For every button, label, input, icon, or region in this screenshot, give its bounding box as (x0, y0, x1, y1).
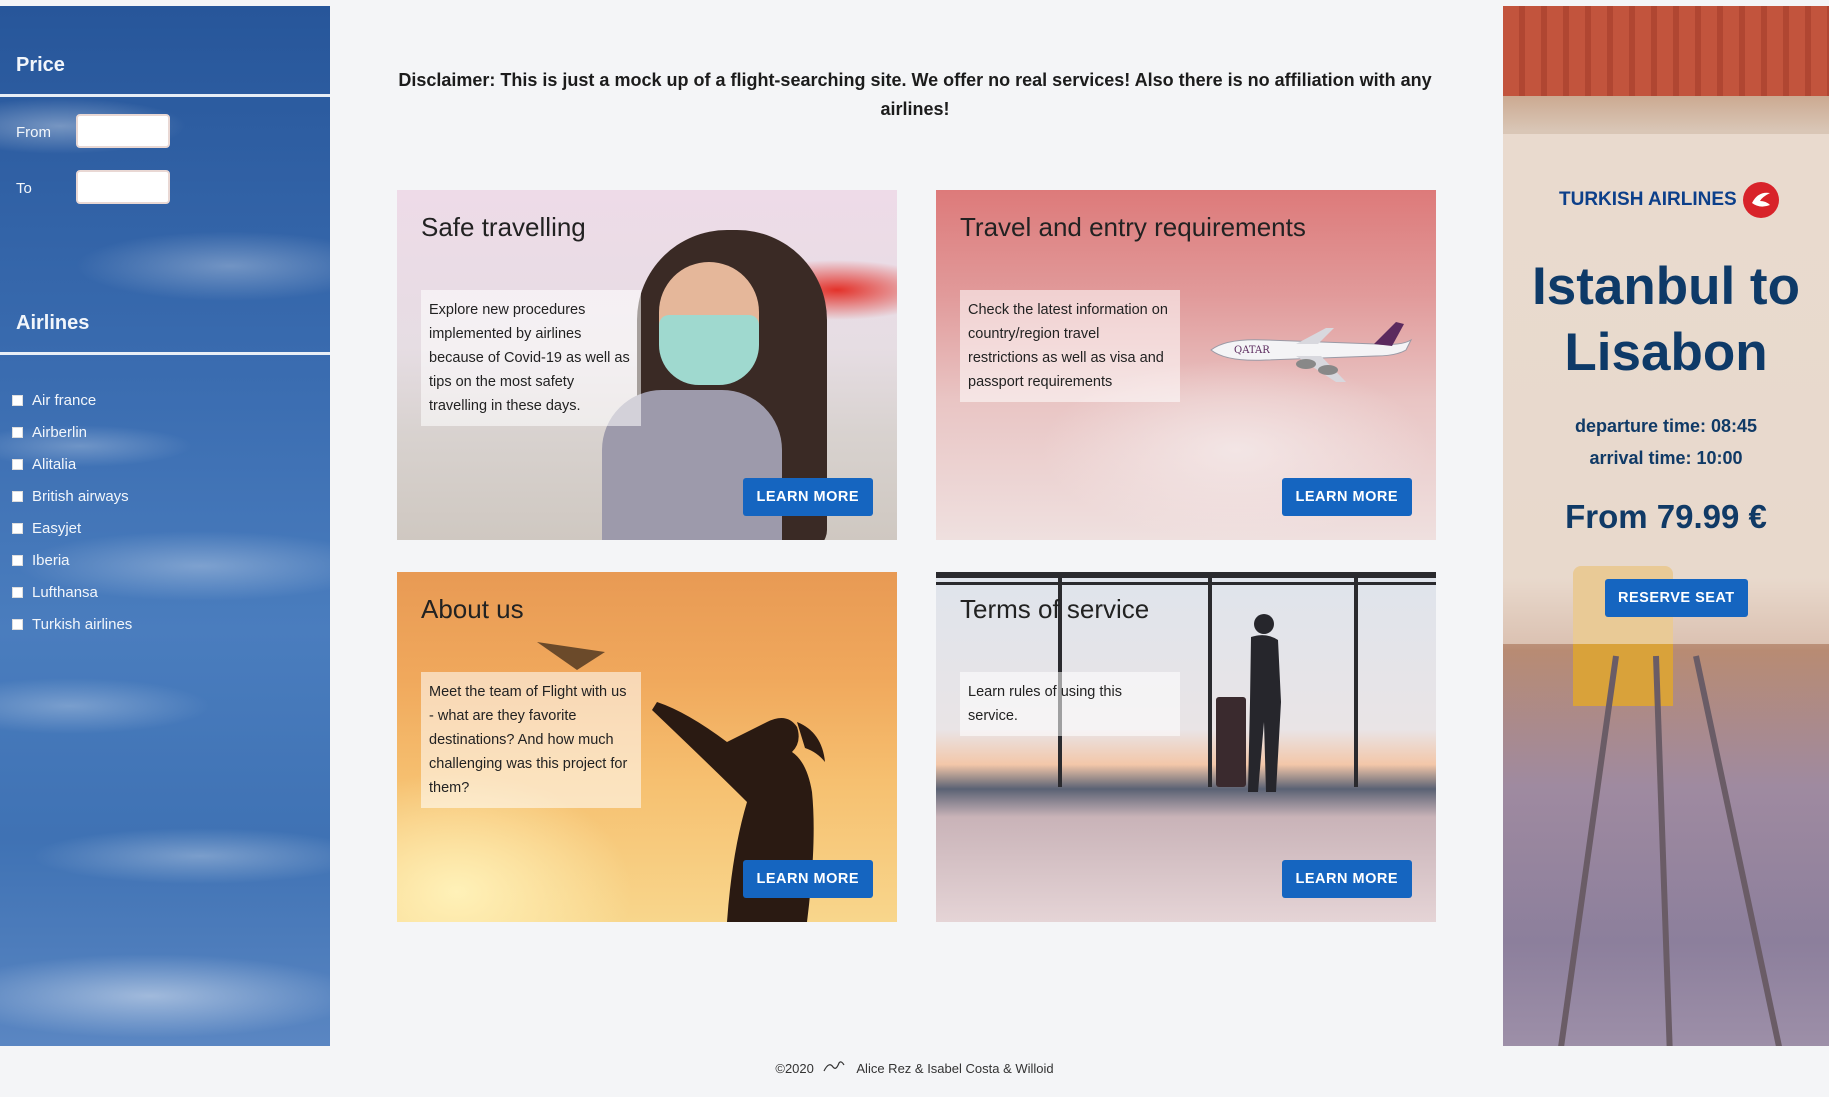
airline-label: Turkish airlines (32, 615, 133, 633)
price-from-input[interactable] (76, 114, 170, 148)
card-title: Safe travelling (421, 212, 586, 242)
card-title: Travel and entry requirements (960, 212, 1306, 242)
learn-more-button[interactable]: LEARN MORE (742, 478, 873, 516)
airline-option-alitalia[interactable]: Alitalia (12, 448, 132, 480)
card-description: Learn rules of using this service. (960, 672, 1180, 736)
airlines-divider (0, 352, 330, 355)
airline-label: Lufthansa (32, 583, 98, 601)
window-frame (1354, 572, 1358, 787)
airline-option-airberlin[interactable]: Airberlin (12, 416, 132, 448)
card-about-us: About us Meet the team of Flight with us… (397, 572, 897, 922)
airline-option-british-airways[interactable]: British airways (12, 480, 132, 512)
airline-brand: TURKISH AIRLINES (1559, 182, 1779, 218)
price-divider (0, 94, 330, 97)
copyright-text: ©2020 (775, 1061, 814, 1076)
turkish-airlines-logo-icon (1742, 182, 1779, 218)
airline-checkbox[interactable] (12, 554, 23, 566)
airline-option-iberia[interactable]: Iberia (12, 544, 132, 576)
signature-icon (823, 1059, 845, 1076)
airline-label: Air france (32, 391, 97, 409)
card-title: Terms of service (960, 594, 1150, 624)
airline-option-turkish-airlines[interactable]: Turkish airlines (12, 608, 132, 640)
card-description: Check the latest information on country/… (960, 290, 1180, 402)
window-frame (1208, 572, 1212, 787)
authors-text: Alice Rez & Isabel Costa & Willoid (856, 1061, 1054, 1076)
airline-checkbox[interactable] (12, 522, 23, 534)
card-title: About us (421, 594, 524, 624)
airline-option-air-france[interactable]: Air france (12, 384, 132, 416)
footer: ©2020 Alice Rez & Isabel Costa & Willoid (0, 1059, 1829, 1076)
airline-label: Airberlin (32, 423, 88, 441)
paper-plane-image (537, 642, 605, 670)
airline-checkbox[interactable] (12, 490, 23, 502)
window-frame (936, 582, 1436, 585)
airline-label: Iberia (32, 551, 70, 569)
airline-filter-list: Air france Airberlin Alitalia British ai… (12, 384, 132, 640)
airline-checkbox[interactable] (12, 426, 23, 438)
window-frame (936, 572, 1436, 578)
airline-checkbox[interactable] (12, 618, 23, 630)
roof-tiles-image (1503, 6, 1829, 96)
arrival-time: arrival time: 10:00 (1589, 448, 1743, 468)
suitcase-image (1216, 697, 1246, 787)
price-to-label: To (16, 180, 32, 197)
card-travel-requirements: QATAR Travel and entry requirements Chec… (936, 190, 1436, 540)
airline-checkbox[interactable] (12, 458, 23, 470)
flight-promo-panel: TURKISH AIRLINES Istanbul to Lisabon dep… (1503, 6, 1829, 1046)
face-mask-image (659, 315, 759, 385)
learn-more-button[interactable]: LEARN MORE (1281, 478, 1412, 516)
flight-route: Istanbul to Lisabon (1532, 257, 1800, 382)
airline-label: British airways (32, 487, 129, 505)
airlines-heading: Airlines (16, 312, 90, 334)
svg-text:QATAR: QATAR (1234, 345, 1270, 356)
price-heading: Price (16, 54, 65, 76)
rail-image (1557, 655, 1619, 1046)
filter-sidebar: Price From To Airlines Air france Airber… (0, 6, 330, 1046)
airline-brand-name: TURKISH AIRLINES (1559, 189, 1737, 210)
price-from-label: From (16, 124, 51, 141)
airline-label: Easyjet (32, 519, 82, 537)
airline-option-easyjet[interactable]: Easyjet (12, 512, 132, 544)
airline-checkbox[interactable] (12, 394, 23, 406)
disclaimer-text: Disclaimer: This is just a mock up of a … (398, 70, 1432, 119)
airline-option-lufthansa[interactable]: Lufthansa (12, 576, 132, 608)
airline-checkbox[interactable] (12, 586, 23, 598)
departure-time: departure time: 08:45 (1574, 416, 1758, 436)
price-to-input[interactable] (76, 170, 170, 204)
card-terms-of-service: Terms of service Learn rules of using th… (936, 572, 1436, 922)
rail-image (1693, 655, 1783, 1046)
flight-price: From 79.99 € (1565, 498, 1767, 535)
airplane-image: QATAR (1210, 322, 1413, 382)
card-description: Meet the team of Flight with us - what a… (421, 672, 641, 808)
card-description: Explore new procedures implemented by ai… (421, 290, 641, 426)
airline-label: Alitalia (32, 455, 77, 473)
learn-more-button[interactable]: LEARN MORE (1281, 860, 1412, 898)
card-safe-travelling: Safe travelling Explore new procedures i… (397, 190, 897, 540)
rail-image (1653, 655, 1673, 1046)
reserve-seat-button[interactable]: RESERVE SEAT (1605, 579, 1748, 617)
learn-more-button[interactable]: LEARN MORE (742, 860, 873, 898)
